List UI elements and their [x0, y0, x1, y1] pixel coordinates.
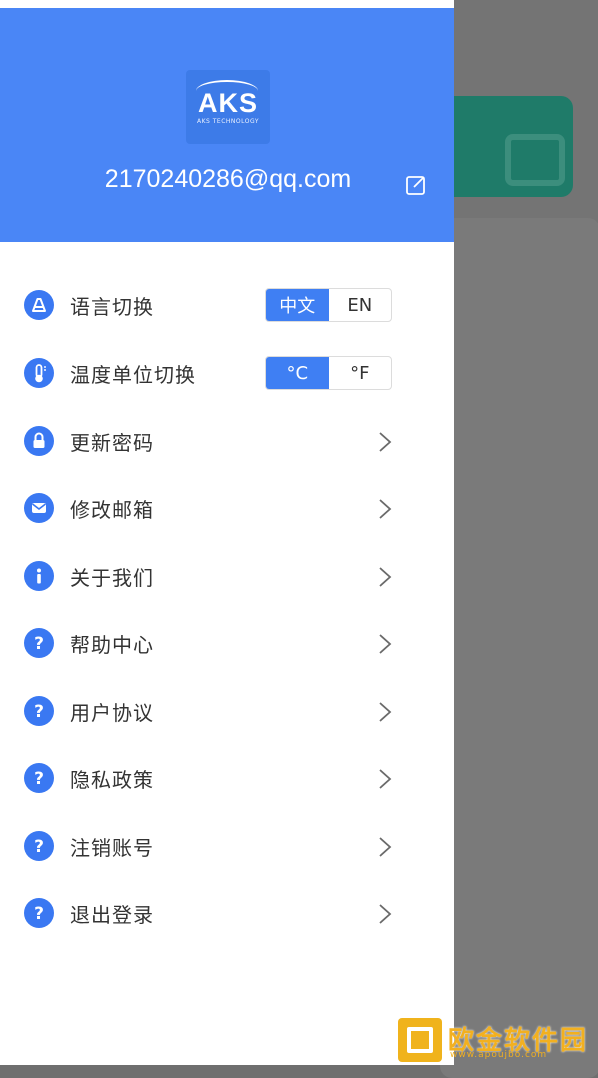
- menu-item-delete-account[interactable]: ? 注销账号: [0, 819, 454, 875]
- chevron-right-icon: [379, 499, 392, 519]
- logo-text: AKS: [197, 88, 258, 118]
- svg-text:?: ?: [34, 769, 44, 789]
- mail-icon: [24, 493, 54, 523]
- menu-item-update-password[interactable]: 更新密码: [0, 414, 454, 470]
- menu-item-label: 用户协议: [70, 701, 154, 725]
- help-icon: ?: [24, 763, 54, 793]
- side-drawer: AKS AKS TECHNOLOGY 2170240286@qq.com 语言切…: [0, 0, 454, 1065]
- help-icon: ?: [24, 628, 54, 658]
- drawer-header: AKS AKS TECHNOLOGY 2170240286@qq.com: [0, 8, 454, 242]
- menu-item-logout[interactable]: ? 退出登录: [0, 886, 454, 942]
- document-icon: [505, 134, 565, 186]
- chevron-right-icon: [379, 769, 392, 789]
- menu-item-label: 退出登录: [70, 903, 154, 927]
- user-email: 2170240286@qq.com: [104, 165, 352, 193]
- menu-item-privacy-policy[interactable]: ? 隐私政策: [0, 751, 454, 807]
- language-icon: [24, 290, 54, 320]
- edit-icon[interactable]: [404, 173, 428, 197]
- background-card: [440, 96, 573, 197]
- help-icon: ?: [24, 898, 54, 928]
- chevron-right-icon: [379, 702, 392, 722]
- svg-text:?: ?: [34, 904, 44, 924]
- help-icon: ?: [24, 696, 54, 726]
- menu-item-label: 关于我们: [70, 566, 154, 590]
- menu-item-user-agreement[interactable]: ? 用户协议: [0, 684, 454, 740]
- chevron-right-icon: [379, 432, 392, 452]
- menu-item-label: 修改邮箱: [70, 498, 154, 522]
- chevron-right-icon: [379, 904, 392, 924]
- watermark-logo-icon: [398, 1018, 442, 1062]
- menu-item-help-center[interactable]: ? 帮助中心: [0, 616, 454, 672]
- menu-item-label: 注销账号: [70, 836, 154, 860]
- menu-item-label: 更新密码: [70, 431, 154, 455]
- svg-text:?: ?: [34, 837, 44, 857]
- chevron-right-icon: [379, 634, 392, 654]
- menu-item-about-us[interactable]: 关于我们: [0, 549, 454, 605]
- watermark-url: www.apoujbo.com: [450, 1050, 548, 1060]
- aks-logo: AKS AKS TECHNOLOGY: [186, 70, 270, 144]
- svg-text:?: ?: [34, 634, 44, 654]
- language-switch-row: 语言切换 中文 EN: [0, 278, 454, 334]
- language-toggle: 中文 EN: [265, 288, 392, 322]
- language-option-zh[interactable]: 中文: [266, 289, 329, 321]
- temperature-label: 温度单位切换: [70, 363, 196, 387]
- temperature-toggle: °C °F: [265, 356, 392, 390]
- temperature-option-fahrenheit[interactable]: °F: [329, 357, 392, 389]
- temperature-option-celsius[interactable]: °C: [266, 357, 329, 389]
- info-icon: [24, 561, 54, 591]
- menu-item-change-email[interactable]: 修改邮箱: [0, 481, 454, 537]
- watermark: 欧金软件园 www.apoujbo.com: [398, 1018, 594, 1062]
- thermometer-icon: [24, 358, 54, 388]
- chevron-right-icon: [379, 837, 392, 857]
- svg-text:?: ?: [34, 702, 44, 722]
- chevron-right-icon: [379, 567, 392, 587]
- help-icon: ?: [24, 831, 54, 861]
- language-label: 语言切换: [70, 295, 154, 319]
- language-option-en[interactable]: EN: [329, 289, 392, 321]
- lock-icon: [24, 426, 54, 456]
- logo-subtitle: AKS TECHNOLOGY: [197, 118, 259, 125]
- menu-item-label: 帮助中心: [70, 633, 154, 657]
- temperature-unit-row: 温度单位切换 °C °F: [0, 346, 454, 402]
- menu-item-label: 隐私政策: [70, 768, 154, 792]
- background-panel: [440, 218, 598, 1078]
